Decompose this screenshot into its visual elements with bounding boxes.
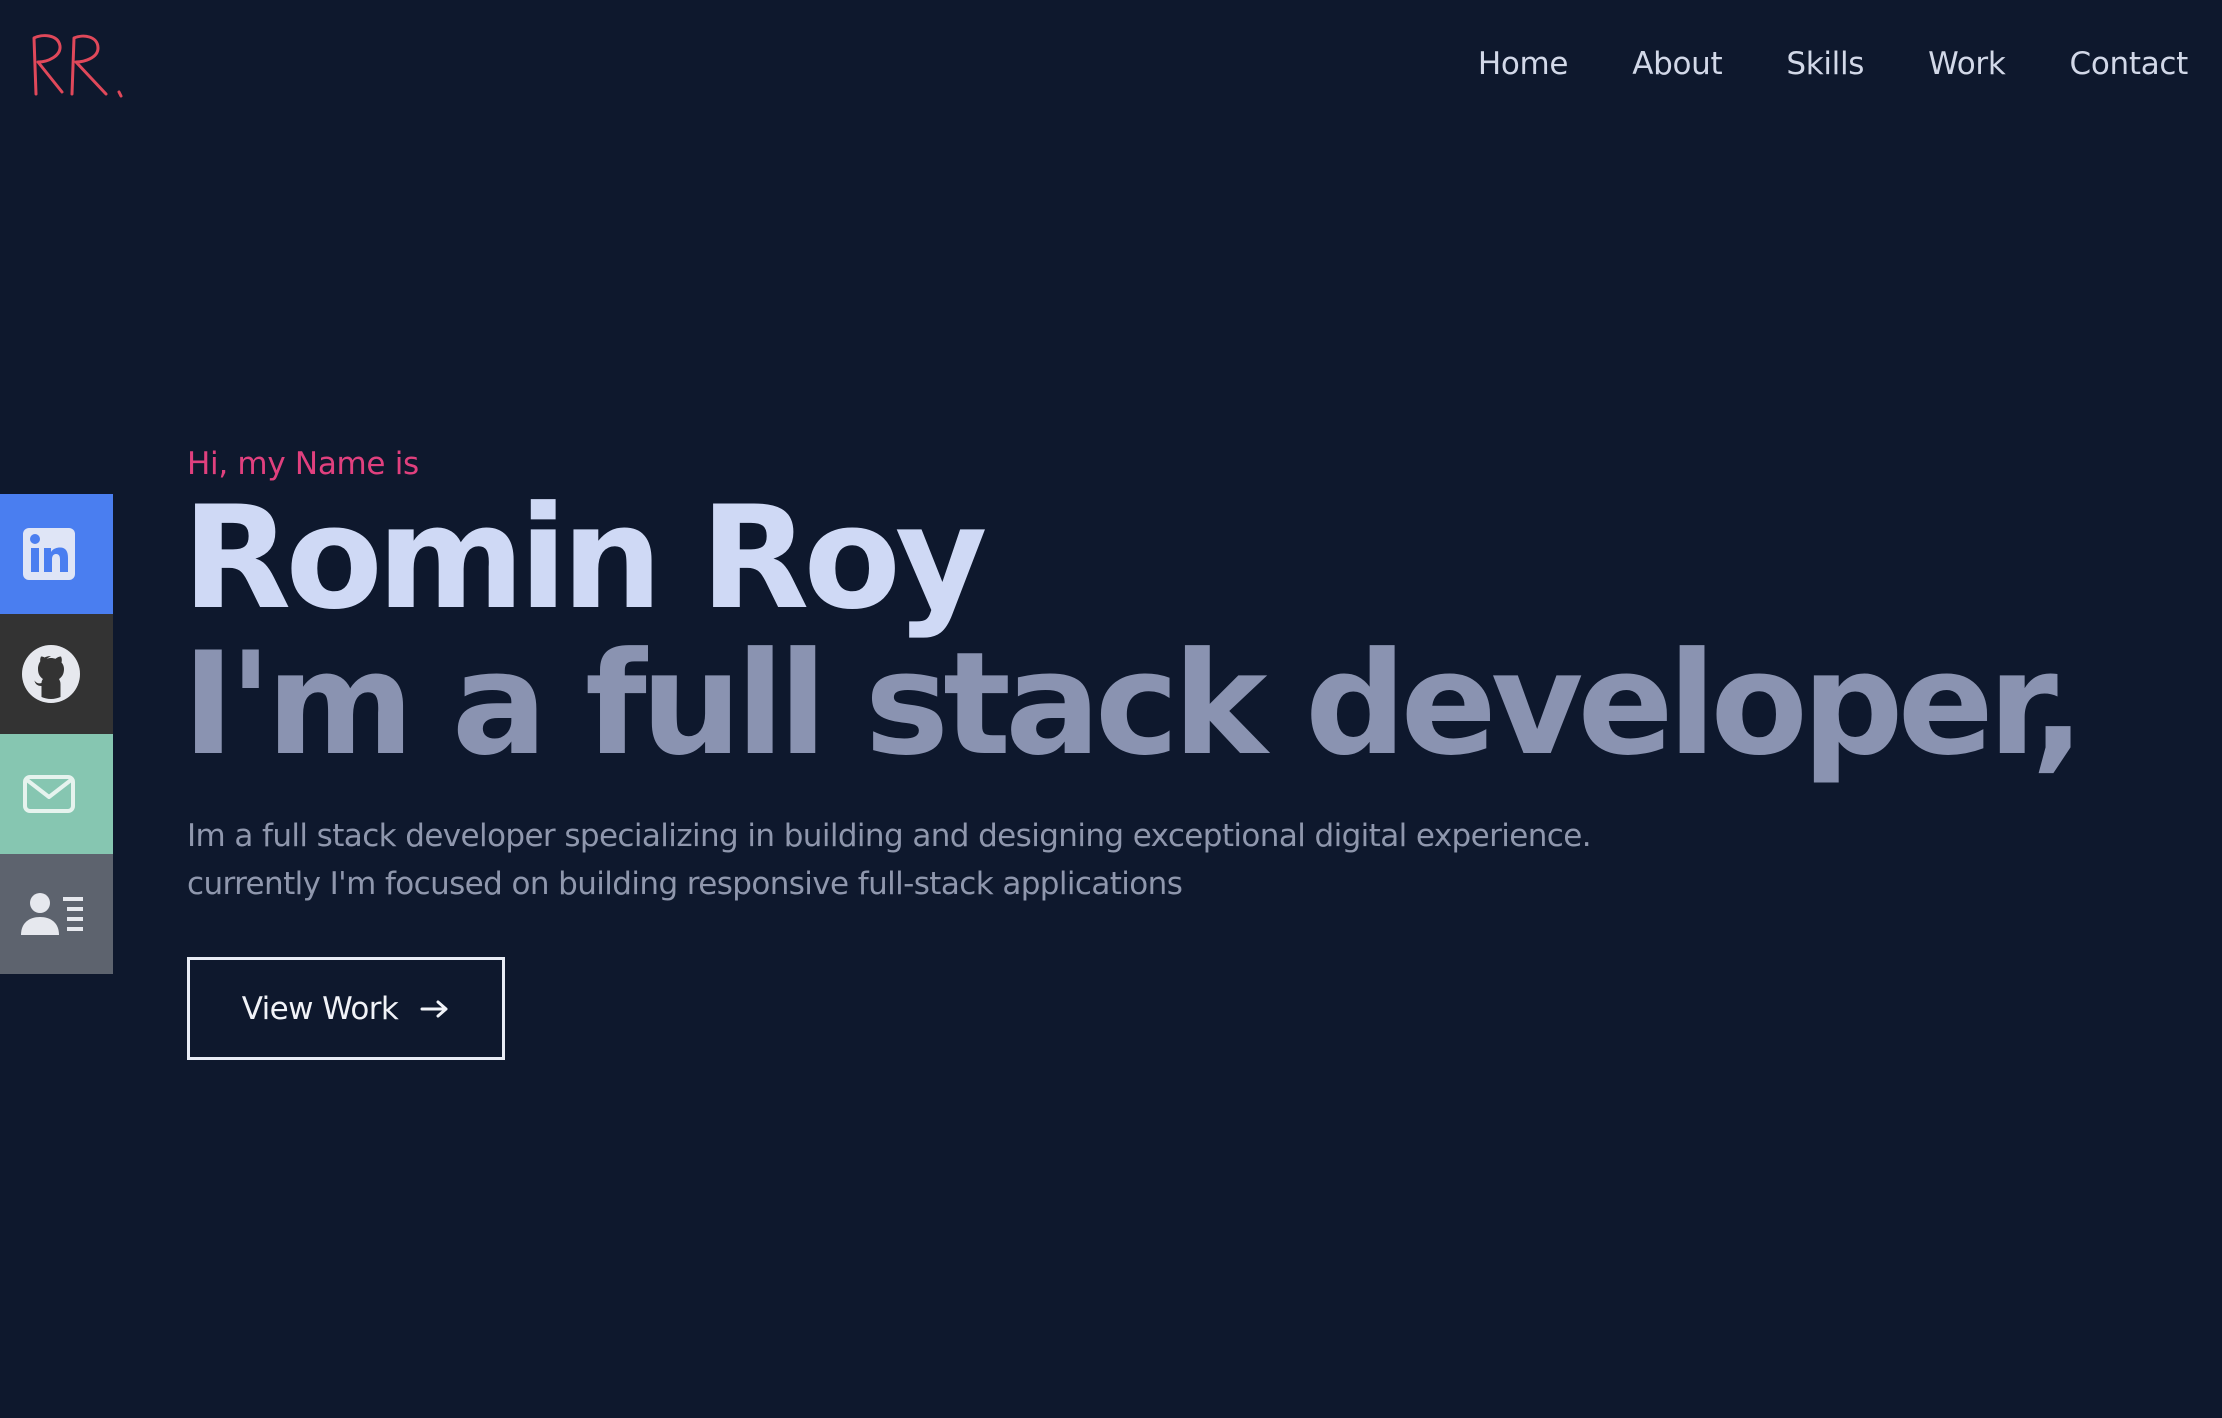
mail-icon — [23, 775, 75, 813]
hero-tagline: I'm a full stack developer, — [182, 622, 2085, 787]
description-line: currently I'm focused on building respon… — [187, 866, 1183, 902]
arrow-right-icon — [420, 1000, 448, 1017]
nav-home[interactable]: Home — [1478, 46, 1569, 82]
social-github[interactable] — [0, 614, 113, 734]
github-icon — [22, 645, 80, 703]
main-nav: Home About Skills Work Contact — [1414, 42, 2188, 86]
nav-contact[interactable]: Contact — [2069, 46, 2188, 82]
page: Home About Skills Work Contact Hi, my Na… — [0, 0, 2222, 1418]
nav-about[interactable]: About — [1632, 46, 1722, 82]
view-work-label: View Work — [241, 990, 399, 1027]
social-linkedin[interactable] — [0, 494, 113, 614]
view-work-button[interactable]: View Work — [187, 957, 505, 1060]
hero-name: Romin Roy — [182, 476, 988, 641]
social-resume[interactable] — [0, 854, 113, 974]
social-email[interactable] — [0, 734, 113, 854]
description-line: Im a full stack developer specializing i… — [187, 818, 1592, 854]
linkedin-icon — [23, 528, 75, 580]
social-sidebar — [0, 494, 113, 974]
hero-description: Im a full stack developer specializing i… — [187, 812, 1687, 908]
contact-card-icon — [21, 893, 83, 935]
logo-signature — [32, 34, 123, 98]
nav-work[interactable]: Work — [1928, 46, 2006, 82]
nav-skills[interactable]: Skills — [1786, 46, 1864, 82]
logo[interactable] — [28, 26, 138, 106]
